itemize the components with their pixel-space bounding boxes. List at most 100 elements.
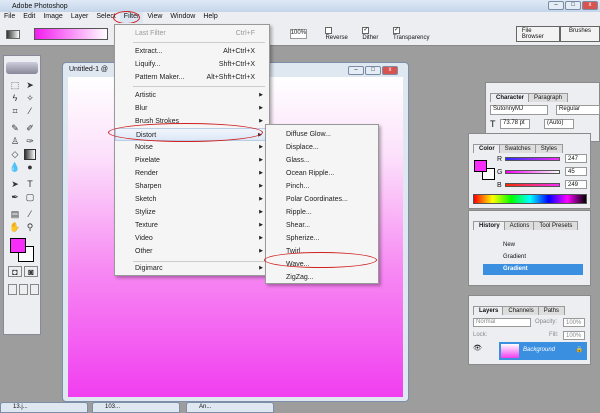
menu-item-texture[interactable]: Texture ▶ [115, 219, 269, 232]
lasso-icon[interactable]: ϟ [9, 93, 21, 104]
menu-view[interactable]: View [143, 12, 166, 23]
doc-close-button[interactable]: x [382, 66, 398, 75]
history-item-selected[interactable]: Gradient [483, 264, 583, 275]
screen-mode-2-icon[interactable] [19, 284, 28, 295]
menu-item-stylize[interactable]: Stylize ▶ [115, 206, 269, 219]
submenu-item-glass[interactable]: Glass... [266, 154, 378, 167]
layer-fill[interactable]: 100% [563, 331, 585, 340]
tab-swatches[interactable]: Swatches [498, 144, 537, 153]
type-icon[interactable]: T [24, 179, 36, 190]
submenu-item-spherize[interactable]: Spherize... [266, 232, 378, 245]
tab-styles[interactable]: Styles [534, 144, 564, 153]
submenu-item-diffuse-glow[interactable]: Diffuse Glow... [266, 128, 378, 141]
submenu-item-zigzag[interactable]: ZigZag... [266, 271, 378, 284]
r-value[interactable]: 247 [565, 154, 587, 163]
move-icon[interactable]: ➤ [24, 80, 36, 91]
tab-file-browser[interactable]: File Browser [515, 26, 560, 42]
submenu-item-displace[interactable]: Displace... [266, 141, 378, 154]
submenu-item-ocean-ripple[interactable]: Ocean Ripple... [266, 167, 378, 180]
dodge-icon[interactable]: ● [24, 162, 36, 173]
tab-paths[interactable]: Paths [537, 306, 566, 315]
font-size-field[interactable]: 73.78 pt [500, 119, 530, 129]
tab-actions[interactable]: Actions [503, 221, 536, 230]
menu-item-extract[interactable]: Extract... Alt+Ctrl+X [115, 45, 269, 58]
layer-row-background[interactable]: Background 🔒 [499, 342, 587, 360]
path-select-icon[interactable]: ➤ [9, 179, 21, 190]
history-item[interactable]: New [503, 242, 515, 248]
minimized-window[interactable]: An... [186, 402, 274, 413]
crop-icon[interactable]: ⌗ [9, 106, 21, 117]
menu-file[interactable]: File [0, 12, 19, 23]
menu-item-digimarc[interactable]: Digimarc ▶ [115, 262, 269, 275]
menu-window[interactable]: Window [166, 12, 199, 23]
doc-maximize-button[interactable]: □ [365, 66, 381, 75]
shape-icon[interactable]: ▢ [24, 192, 36, 203]
submenu-item-polar-coordinates[interactable]: Polar Coordinates... [266, 193, 378, 206]
minimize-button[interactable]: – [548, 1, 564, 10]
screen-mode-3-icon[interactable] [30, 284, 39, 295]
submenu-item-pinch[interactable]: Pinch... [266, 180, 378, 193]
tab-character[interactable]: Character [490, 93, 531, 102]
eyedropper-icon[interactable]: ⁄ [24, 209, 36, 220]
minimized-window[interactable]: 13.j... [0, 402, 88, 413]
brush-icon[interactable]: ✐ [24, 123, 36, 134]
zoom-icon[interactable]: ⚲ [24, 222, 36, 233]
tab-color[interactable]: Color [473, 144, 501, 153]
g-value[interactable]: 45 [565, 167, 587, 176]
menu-item-last-filter[interactable]: Last Filter Ctrl+F [115, 27, 269, 40]
tab-brushes[interactable]: Brushes [560, 26, 600, 42]
menu-item-liquify[interactable]: Liquify... Shft+Ctrl+X [115, 58, 269, 71]
font-style-select[interactable]: Regular [556, 105, 600, 115]
menu-item-pattern-maker[interactable]: Pattern Maker... Alt+Shft+Ctrl+X [115, 71, 269, 84]
menu-layer[interactable]: Layer [67, 12, 93, 23]
minimized-window[interactable]: 103... [92, 402, 180, 413]
menu-item-render[interactable]: Render ▶ [115, 167, 269, 180]
leading-field[interactable]: (Auto) [544, 119, 574, 129]
r-slider[interactable] [505, 157, 560, 161]
eraser-icon[interactable]: ◇ [9, 149, 21, 160]
tab-history[interactable]: History [473, 221, 506, 230]
standard-mode-icon[interactable]: ◘ [8, 266, 22, 277]
magic-wand-icon[interactable]: ✧ [24, 93, 36, 104]
menu-item-sharpen[interactable]: Sharpen ▶ [115, 180, 269, 193]
maximize-button[interactable]: □ [565, 1, 581, 10]
gradient-icon[interactable] [24, 149, 36, 160]
submenu-item-ripple[interactable]: Ripple... [266, 206, 378, 219]
stamp-icon[interactable]: ♙ [9, 136, 21, 147]
history-item[interactable]: Gradient [503, 254, 526, 260]
slice-icon[interactable]: ⁄ [24, 106, 36, 117]
menu-item-noise[interactable]: Noise ▶ [115, 141, 269, 154]
opacity-field[interactable]: 100% [289, 29, 308, 39]
menu-item-pixelate[interactable]: Pixelate ▶ [115, 154, 269, 167]
healing-brush-icon[interactable]: ✎ [9, 123, 21, 134]
tab-paragraph[interactable]: Paragraph [528, 93, 569, 102]
quickmask-mode-icon[interactable]: ◙ [24, 266, 38, 277]
menu-item-artistic[interactable]: Artistic ▶ [115, 89, 269, 102]
font-family-select[interactable]: SutonnyMJ [490, 105, 548, 115]
menu-item-blur[interactable]: Blur ▶ [115, 102, 269, 115]
reverse-checkbox[interactable]: Reverse [325, 27, 356, 41]
pen-icon[interactable]: ✒ [9, 192, 21, 203]
menu-item-sketch[interactable]: Sketch ▶ [115, 193, 269, 206]
foreground-color-swatch[interactable] [10, 238, 26, 253]
menu-image[interactable]: Image [39, 12, 66, 23]
b-value[interactable]: 249 [565, 180, 587, 189]
menu-edit[interactable]: Edit [19, 12, 39, 23]
menu-item-other[interactable]: Other ▶ [115, 245, 269, 258]
doc-minimize-button[interactable]: – [348, 66, 364, 75]
eye-icon[interactable]: 👁 [473, 344, 482, 352]
screen-mode-1-icon[interactable] [8, 284, 17, 295]
history-brush-icon[interactable]: ✑ [24, 136, 36, 147]
blend-mode-select[interactable]: Normal [473, 318, 531, 327]
tab-channels[interactable]: Channels [502, 306, 540, 315]
notes-icon[interactable]: ▤ [9, 209, 21, 220]
gradient-picker[interactable] [33, 28, 108, 40]
color-ramp[interactable] [473, 194, 587, 204]
hand-icon[interactable]: ✋ [9, 222, 21, 233]
layer-opacity[interactable]: 100% [563, 318, 585, 327]
menu-help[interactable]: Help [199, 12, 221, 23]
menu-item-video[interactable]: Video ▶ [115, 232, 269, 245]
blur-icon[interactable]: 💧 [9, 162, 21, 173]
b-slider[interactable] [505, 183, 560, 187]
tab-layers[interactable]: Layers [473, 306, 505, 315]
